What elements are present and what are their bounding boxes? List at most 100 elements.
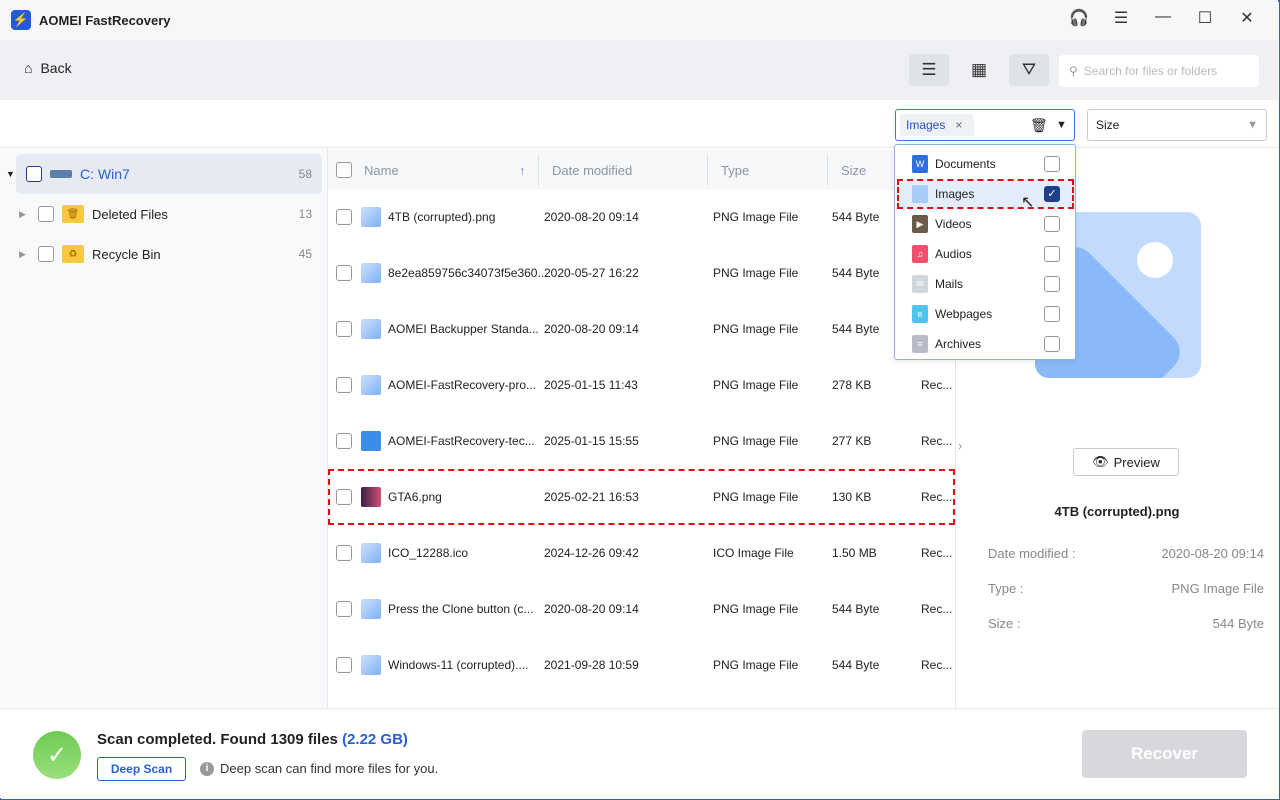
file-type: PNG Image File: [713, 322, 799, 336]
mails-icon: ✉: [912, 275, 928, 293]
row-checkbox[interactable]: [336, 601, 352, 617]
row-checkbox[interactable]: [336, 657, 352, 673]
checkbox[interactable]: [38, 206, 54, 222]
sort-up-icon[interactable]: ↑: [519, 163, 526, 178]
row-checkbox[interactable]: [336, 377, 352, 393]
file-row[interactable]: AOMEI Backupper Standa... 2020-08-20 09:…: [328, 301, 955, 357]
tree-item-recycle-bin[interactable]: ▶ ♻ Recycle Bin 45: [16, 234, 322, 274]
file-row[interactable]: AOMEI-FastRecovery-pro... 2025-01-15 11:…: [328, 357, 955, 413]
archives-icon: ≡: [912, 335, 928, 353]
support-headset-icon[interactable]: 🎧: [1058, 8, 1100, 28]
file-date: 2021-09-28 10:59: [544, 658, 639, 672]
file-row[interactable]: GTA6.png 2025-02-21 16:53 PNG Image File…: [328, 469, 955, 525]
option-checkbox[interactable]: [1044, 156, 1060, 172]
meta-size: Size :544 Byte: [988, 616, 1264, 631]
file-row[interactable]: AOMEI-FastRecovery-tec... 2025-01-15 15:…: [328, 413, 955, 469]
recover-button[interactable]: Recover: [1082, 730, 1247, 778]
tree-item-drive[interactable]: ▼ C: Win7 58: [6, 154, 322, 194]
filter-button[interactable]: ⛛: [1009, 54, 1049, 86]
file-size: 544 Byte: [832, 210, 880, 224]
home-icon: ⌂: [24, 60, 33, 76]
file-row[interactable]: ICO_12288.ico 2024-12-26 09:42 ICO Image…: [328, 525, 955, 581]
tree-item-deleted-files[interactable]: ▶ 🗑 Deleted Files 13: [16, 194, 322, 234]
checkbox[interactable]: [38, 246, 54, 262]
dropdown-arrow-icon[interactable]: ▼: [1056, 119, 1067, 131]
filter-option-images[interactable]: Images ✓: [897, 179, 1074, 209]
remove-chip-icon[interactable]: ×: [955, 118, 962, 132]
size-select[interactable]: Size ▼: [1087, 109, 1267, 141]
file-type: PNG Image File: [713, 378, 799, 392]
file-row[interactable]: Windows-11 (corrupted).... 2021-09-28 10…: [328, 637, 955, 693]
filter-option-mails[interactable]: ✉ Mails: [897, 269, 1074, 299]
file-type-dropdown: W Documents Images ✓ ▶ Videos ♫ Audios ✉ …: [894, 144, 1076, 360]
tree-label: Recycle Bin: [92, 246, 161, 262]
deep-scan-button[interactable]: Deep Scan: [97, 757, 186, 781]
back-button[interactable]: ⌂ Back: [24, 60, 72, 76]
option-label: Videos: [935, 217, 972, 231]
option-checkbox[interactable]: [1044, 276, 1060, 292]
file-type: ICO Image File: [713, 546, 794, 560]
option-checkbox[interactable]: [1044, 246, 1060, 262]
file-date: 2025-02-21 16:53: [544, 490, 639, 504]
minimize-button[interactable]: —: [1142, 8, 1184, 28]
option-checkbox[interactable]: [1044, 306, 1060, 322]
collapse-arrow-icon[interactable]: ›: [958, 438, 962, 453]
option-checkbox[interactable]: ✓: [1044, 186, 1060, 202]
option-checkbox[interactable]: [1044, 336, 1060, 352]
file-type-select[interactable]: Images × 🗑 ▼: [895, 109, 1075, 141]
list-view-button[interactable]: ☰: [909, 54, 949, 86]
file-row[interactable]: 4TB (corrupted).png 2020-08-20 09:14 PNG…: [328, 189, 955, 245]
filter-option-documents[interactable]: W Documents: [897, 149, 1074, 179]
column-type[interactable]: Type: [721, 163, 749, 178]
filter-option-archives[interactable]: ≡ Archives: [897, 329, 1074, 359]
file-row[interactable]: 8e2ea859756c34073f5e360... 2020-05-27 16…: [328, 245, 955, 301]
column-name[interactable]: Name: [364, 163, 399, 178]
option-label: Archives: [935, 337, 982, 351]
expand-arrow-icon[interactable]: ▼: [6, 169, 15, 179]
file-name: Press the Clone button (c...: [388, 602, 534, 616]
menu-icon[interactable]: ☰: [1100, 8, 1142, 28]
expand-arrow-icon[interactable]: ▶: [19, 209, 26, 220]
checkbox[interactable]: [26, 166, 42, 182]
row-checkbox[interactable]: [336, 545, 352, 561]
file-type: PNG Image File: [713, 266, 799, 280]
preview-button[interactable]: 👁 Preview: [1073, 448, 1179, 476]
app-title: AOMEI FastRecovery: [39, 12, 171, 28]
filter-option-audios[interactable]: ♫ Audios: [897, 239, 1074, 269]
meta-date: Date modified :2020-08-20 09:14: [988, 546, 1264, 561]
column-date[interactable]: Date modified: [552, 163, 632, 178]
filter-row: Images × 🗑 ▼ Size ▼: [0, 100, 1278, 148]
recycle-folder-icon: ♻: [62, 245, 84, 263]
filter-option-webpages[interactable]: e Webpages: [897, 299, 1074, 329]
filter-option-videos[interactable]: ▶ Videos: [897, 209, 1074, 239]
image-file-icon: [361, 599, 381, 619]
file-path: Rec...: [921, 434, 953, 448]
grid-view-button[interactable]: ▦: [959, 54, 999, 86]
file-size: 544 Byte: [832, 602, 880, 616]
row-checkbox[interactable]: [336, 209, 352, 225]
search-placeholder: Search for files or folders: [1083, 64, 1218, 78]
file-date: 2024-12-26 09:42: [544, 546, 639, 560]
trash-icon[interactable]: 🗑: [1030, 117, 1048, 134]
image-file-icon: [361, 375, 381, 395]
file-date: 2020-08-20 09:14: [544, 322, 639, 336]
maximize-button[interactable]: ☐: [1184, 8, 1226, 28]
file-size: 130 KB: [832, 490, 872, 504]
row-checkbox[interactable]: [336, 489, 352, 505]
row-checkbox[interactable]: [336, 321, 352, 337]
option-label: Webpages: [935, 307, 993, 321]
column-size[interactable]: Size: [841, 163, 866, 178]
expand-arrow-icon[interactable]: ▶: [19, 249, 26, 260]
option-label: Documents: [935, 157, 996, 171]
select-all-checkbox[interactable]: [336, 162, 352, 178]
filter-icon: ⛛: [1021, 60, 1037, 79]
option-label: Mails: [935, 277, 964, 291]
row-checkbox[interactable]: [336, 265, 352, 281]
option-checkbox[interactable]: [1044, 216, 1060, 232]
row-checkbox[interactable]: [336, 433, 352, 449]
file-size: 544 Byte: [832, 266, 880, 280]
close-button[interactable]: ✕: [1226, 8, 1268, 28]
search-input[interactable]: ⚲ Search for files or folders: [1059, 55, 1259, 87]
file-row[interactable]: Press the Clone button (c... 2020-08-20 …: [328, 581, 955, 637]
filter-chip-images[interactable]: Images ×: [900, 114, 974, 136]
